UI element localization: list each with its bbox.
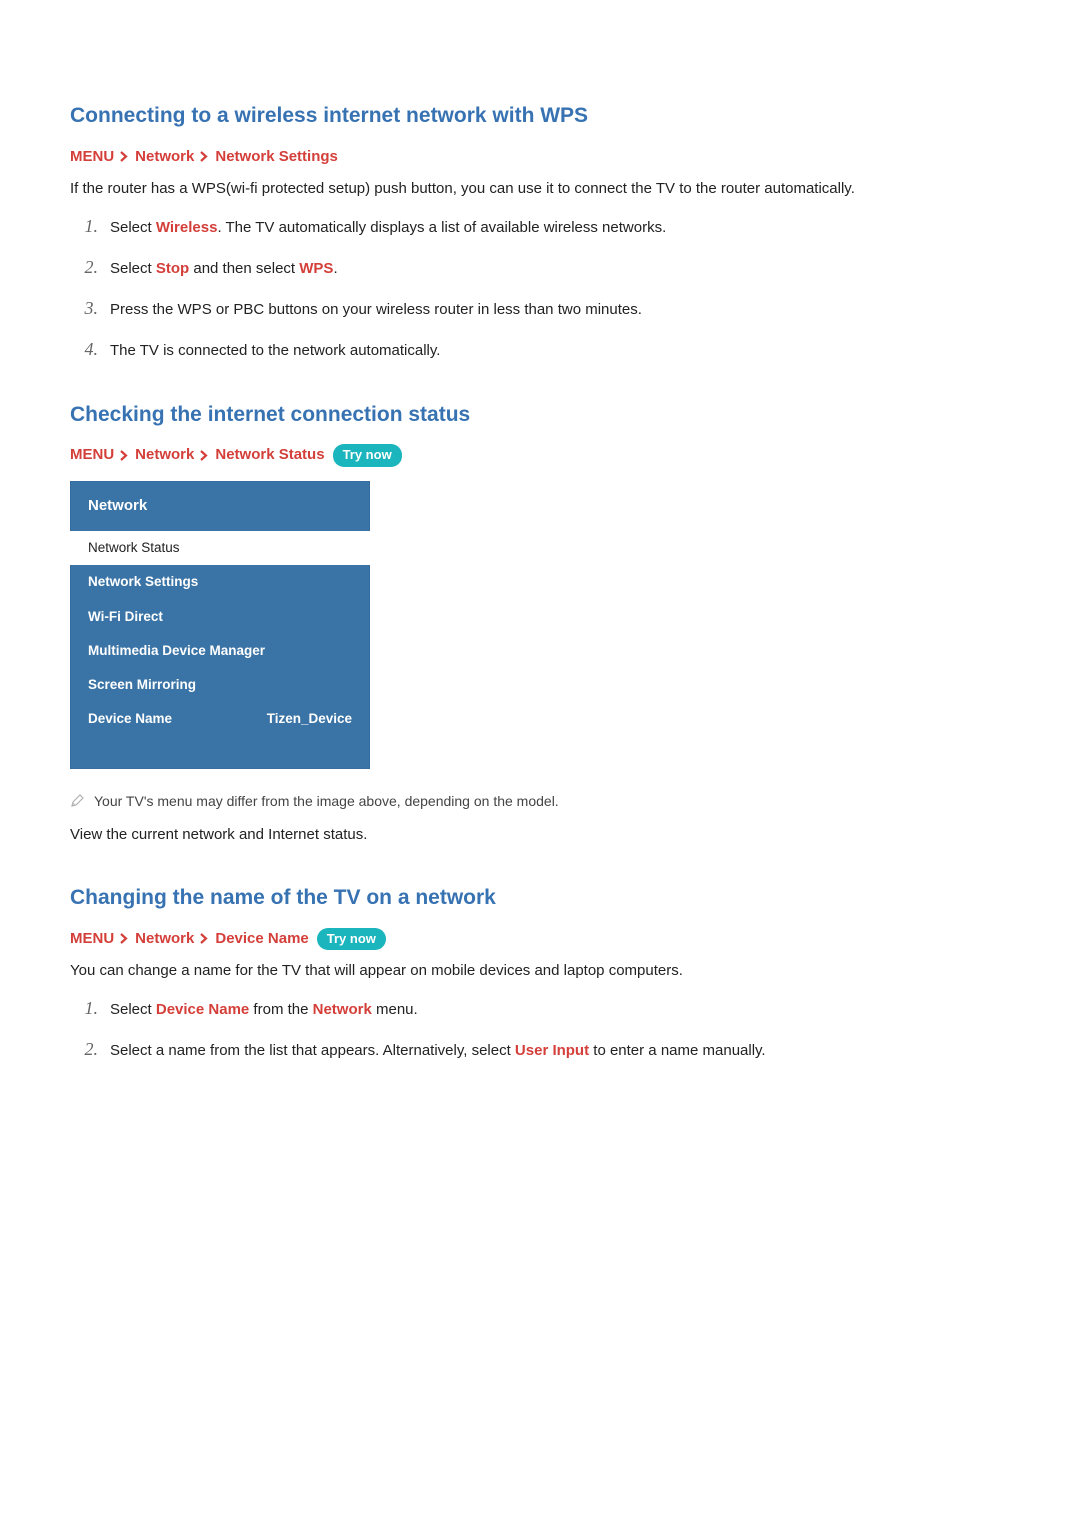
step-number: 1. (70, 213, 110, 240)
keyword: Device Name (156, 1001, 249, 1018)
menu-item-wifi-direct[interactable]: Wi-Fi Direct (70, 600, 370, 634)
step-text: . The TV automatically displays a list o… (217, 219, 666, 236)
crumb-menu: MENU (70, 444, 114, 467)
menu-item-label: Screen Mirroring (88, 675, 196, 695)
list-item: 1.Select Wireless. The TV automatically … (70, 213, 1010, 240)
step-text: Select a name from the list that appears… (110, 1042, 515, 1059)
list-item: 2.Select a name from the list that appea… (70, 1036, 1010, 1063)
breadcrumb-devname: MENU Network Device Name Try now (70, 928, 1010, 951)
step-text: Press the WPS or PBC buttons on your wir… (110, 299, 642, 322)
network-menu-panel: Network Network Status Network Settings … (70, 481, 370, 769)
pencil-icon (70, 793, 84, 814)
step-text: to enter a name manually. (589, 1042, 765, 1059)
list-item: 2.Select Stop and then select WPS. (70, 254, 1010, 281)
menu-item-label: Network Status (88, 538, 180, 558)
crumb-network: Network (135, 146, 194, 169)
step-number: 2. (70, 254, 110, 281)
crumb-menu: MENU (70, 146, 114, 169)
step-text: and then select (189, 260, 299, 277)
breadcrumb-status: MENU Network Network Status Try now (70, 444, 1010, 467)
step-number: 3. (70, 295, 110, 322)
step-number: 2. (70, 1036, 110, 1063)
list-item: 1.Select Device Name from the Network me… (70, 995, 1010, 1022)
step-number: 1. (70, 995, 110, 1022)
chevron-right-icon (120, 933, 129, 944)
keyword: WPS (299, 260, 333, 277)
menu-item-label: Network Settings (88, 572, 198, 592)
step-text: The TV is connected to the network autom… (110, 340, 440, 363)
intro-wps: If the router has a WPS(wi-fi protected … (70, 178, 1010, 201)
step-text: menu. (372, 1001, 418, 1018)
section-title-wps: Connecting to a wireless internet networ… (70, 100, 1010, 132)
keyword: Network (313, 1001, 372, 1018)
keyword: User Input (515, 1042, 589, 1059)
menu-item-network-settings[interactable]: Network Settings (70, 565, 370, 599)
step-text: Select (110, 260, 156, 277)
keyword: Stop (156, 260, 189, 277)
menu-item-label: Wi-Fi Direct (88, 607, 163, 627)
section-title-status: Checking the internet connection status (70, 399, 1010, 431)
step-text: . (333, 260, 337, 277)
chevron-right-icon (200, 450, 209, 461)
menu-item-label: Device Name (88, 709, 172, 729)
menu-item-value: Tizen_Device (267, 709, 352, 729)
try-now-badge[interactable]: Try now (333, 444, 402, 467)
menu-item-network-status[interactable]: Network Status (70, 531, 370, 565)
breadcrumb-wps: MENU Network Network Settings (70, 146, 1010, 169)
step-text: Select (110, 1001, 156, 1018)
chevron-right-icon (120, 450, 129, 461)
panel-title: Network (70, 481, 370, 532)
crumb-network: Network (135, 444, 194, 467)
body-status: View the current network and Internet st… (70, 824, 1010, 847)
crumb-menu: MENU (70, 928, 114, 951)
crumb-device-name: Device Name (215, 928, 308, 951)
menu-item-screen-mirroring[interactable]: Screen Mirroring (70, 668, 370, 702)
menu-item-multimedia-device-manager[interactable]: Multimedia Device Manager (70, 634, 370, 668)
crumb-network: Network (135, 928, 194, 951)
menu-item-label: Multimedia Device Manager (88, 641, 265, 661)
list-item: 3.Press the WPS or PBC buttons on your w… (70, 295, 1010, 322)
note-text: Your TV's menu may differ from the image… (94, 791, 559, 812)
menu-item-device-name[interactable]: Device Name Tizen_Device (70, 702, 370, 736)
step-text: from the (249, 1001, 312, 1018)
try-now-badge[interactable]: Try now (317, 928, 386, 951)
step-number: 4. (70, 336, 110, 363)
note: Your TV's menu may differ from the image… (70, 791, 1010, 814)
crumb-network-settings: Network Settings (215, 146, 338, 169)
chevron-right-icon (120, 151, 129, 162)
keyword: Wireless (156, 219, 218, 236)
chevron-right-icon (200, 151, 209, 162)
steps-devname: 1.Select Device Name from the Network me… (70, 995, 1010, 1063)
step-text: Select (110, 219, 156, 236)
intro-devname: You can change a name for the TV that wi… (70, 960, 1010, 983)
crumb-network-status: Network Status (215, 444, 324, 467)
section-title-devname: Changing the name of the TV on a network (70, 882, 1010, 914)
steps-wps: 1.Select Wireless. The TV automatically … (70, 213, 1010, 363)
chevron-right-icon (200, 933, 209, 944)
list-item: 4.The TV is connected to the network aut… (70, 336, 1010, 363)
